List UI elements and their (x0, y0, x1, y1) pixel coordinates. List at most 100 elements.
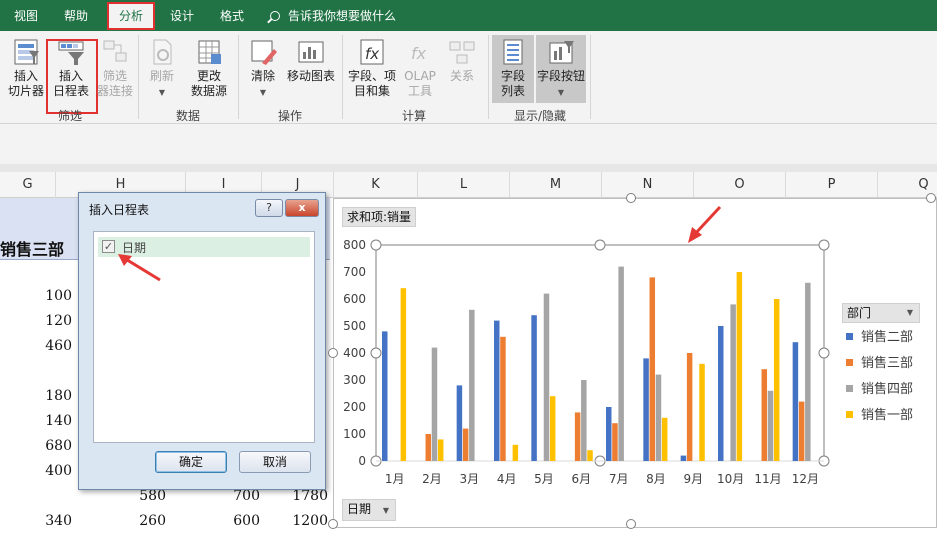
group-separator (238, 35, 239, 119)
bar (618, 266, 624, 461)
tab-format[interactable]: 格式 (214, 4, 250, 28)
x-tick-label: 12月 (792, 472, 819, 486)
refresh-label: 刷新 (149, 69, 174, 83)
fields-items-sets-button[interactable]: fx 字段、项 目和集 (346, 37, 398, 99)
column-header-g[interactable]: G (0, 172, 56, 198)
search-icon (270, 11, 280, 21)
chart-legend: 销售二部 销售三部 销售四部 销售一部 (846, 325, 913, 429)
header-cell-sales-three[interactable]: 销售三部 (0, 236, 64, 260)
y-tick-label: 100 (343, 427, 366, 441)
filter-connections-button: 筛选 器连接 (96, 37, 134, 99)
chevron-down-icon: ▼ (557, 88, 565, 97)
plot-area-handle (818, 239, 830, 251)
x-tick-label: 2月 (422, 472, 442, 486)
bar (469, 309, 475, 461)
close-button[interactable]: x (285, 199, 319, 217)
bar (587, 450, 593, 461)
clear-button[interactable]: 清除 ▼ (244, 37, 282, 100)
cell[interactable]: 180 (20, 388, 72, 404)
cell[interactable]: 120 (20, 313, 72, 329)
y-tick-label: 200 (343, 400, 366, 414)
cell[interactable]: 580 (100, 488, 166, 504)
change-data-source-button[interactable]: 更改 数据源 (184, 37, 234, 99)
cancel-button[interactable]: 取消 (239, 451, 311, 473)
svg-text:fx: fx (411, 44, 427, 63)
tab-analyze[interactable]: 分析 (107, 2, 155, 30)
y-tick-label: 600 (343, 292, 366, 306)
cell[interactable]: 400 (20, 463, 72, 479)
y-tick-label: 700 (343, 265, 366, 279)
legend-field-button[interactable]: 部门 ▼ (842, 303, 920, 323)
cell[interactable]: 340 (20, 513, 72, 529)
change-data-source-label: 更改 数据源 (190, 69, 227, 98)
legend-label: 销售二部 (861, 330, 914, 345)
cell[interactable]: 680 (20, 438, 72, 454)
help-button[interactable]: ? (255, 199, 283, 217)
bar (643, 358, 649, 461)
column-header-k[interactable]: K (334, 172, 418, 198)
y-tick-label: 300 (343, 373, 366, 387)
fields-items-sets-label: 字段、项 目和集 (347, 69, 396, 98)
cell[interactable]: 600 (196, 513, 260, 529)
bar (431, 347, 438, 461)
dropdown-arrow-icon: ▼ (906, 308, 913, 317)
move-chart-button[interactable]: 移动图表 (284, 37, 338, 84)
bar (736, 272, 743, 461)
y-tick-label: 800 (343, 238, 366, 252)
resize-handle[interactable] (926, 193, 936, 203)
fx-icon: fx (357, 37, 387, 67)
bar (686, 353, 693, 461)
pivot-chart[interactable]: 求和项:销量 日期 ▼ 0 100 200 300 400 500 600 700 800 1月 2… (328, 193, 937, 529)
x-tick-label: 5月 (534, 472, 554, 486)
field-list-button[interactable]: 字段 列表 (492, 37, 534, 99)
column-header-p[interactable]: P (786, 172, 878, 198)
group-separator (488, 35, 489, 119)
tell-me-text: 告诉我你想要做什么 (288, 9, 397, 23)
x-tick-label: 11月 (754, 472, 781, 486)
tab-design[interactable]: 设计 (164, 4, 200, 28)
x-tick-label: 8月 (646, 472, 666, 486)
plot-area-handle (370, 347, 382, 359)
field-buttons-label: 字段按钮 (536, 69, 585, 83)
move-chart-icon (296, 37, 326, 67)
resize-handle[interactable] (626, 193, 636, 203)
bar (500, 336, 506, 461)
group-label-filter: 筛选 (57, 109, 82, 123)
tell-me-box[interactable]: 告诉我你想要做什么 (270, 4, 396, 28)
chevron-down-icon: ▼ (158, 88, 166, 97)
cell[interactable]: 100 (20, 288, 72, 304)
cell[interactable]: 1780 (270, 488, 328, 504)
bar (730, 304, 736, 461)
clear-label: 清除 (250, 69, 275, 83)
olap-tools-button: fx OLAP 工具 (400, 37, 440, 99)
bar (549, 396, 556, 461)
column-header-l[interactable]: L (418, 172, 510, 198)
bar (425, 434, 432, 461)
date-field-list: ✓ 日期 (93, 231, 315, 443)
bar (400, 288, 407, 461)
resize-handle[interactable] (328, 348, 338, 358)
legend-swatch (846, 333, 853, 340)
column-header-m[interactable]: M (510, 172, 602, 198)
bar (512, 444, 519, 461)
legend-label: 销售四部 (861, 382, 914, 397)
resize-handle[interactable] (626, 519, 636, 529)
cell[interactable]: 460 (20, 338, 72, 354)
insert-slicer-button[interactable]: 插入 切片器 (6, 37, 46, 99)
bar (655, 374, 662, 461)
column-header-o[interactable]: O (694, 172, 786, 198)
field-buttons-button[interactable]: 字段按钮 ▼ (536, 37, 586, 100)
cell[interactable]: 1200 (270, 513, 328, 529)
tab-view[interactable]: 视图 (8, 4, 44, 28)
cell[interactable]: 260 (100, 513, 166, 529)
tab-help[interactable]: 帮助 (58, 4, 94, 28)
bar (767, 390, 774, 461)
cell[interactable]: 140 (20, 413, 72, 429)
cell[interactable]: 700 (196, 488, 260, 504)
x-tick-label: 1月 (385, 472, 405, 486)
resize-handle[interactable] (328, 519, 338, 529)
ok-button[interactable]: 确定 (155, 451, 227, 473)
bar (462, 428, 469, 461)
legend-swatch (846, 385, 853, 392)
column-header-n[interactable]: N (602, 172, 694, 198)
